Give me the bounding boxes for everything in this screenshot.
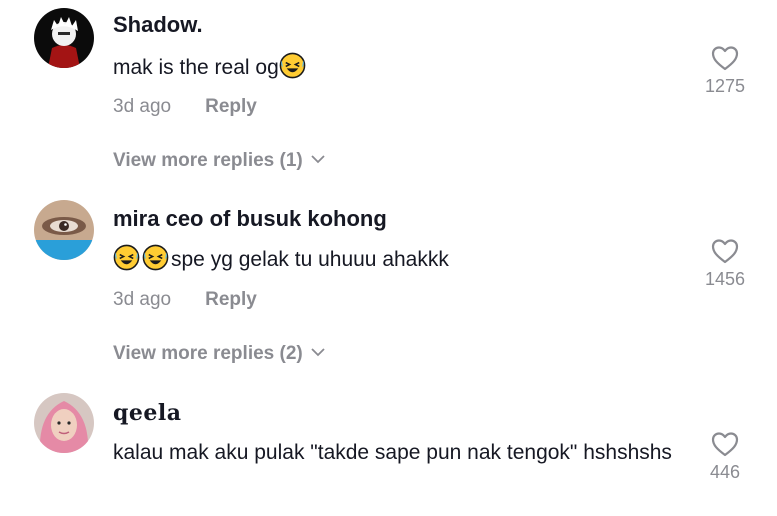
comment-username[interactable]: mira ceo of busuk kohong bbox=[113, 206, 387, 232]
comment-username[interactable]: 𝐪𝐞𝐞𝐥𝐚 bbox=[113, 400, 182, 426]
comment-text: spe yg gelak tu uhuuu ahakkk bbox=[113, 244, 673, 276]
comment-text: mak is the real og bbox=[113, 52, 673, 84]
comment-meta: 3d ago Reply bbox=[113, 96, 257, 118]
comment-text: kalau mak aku pulak "takde sape pun nak … bbox=[113, 436, 673, 470]
comment-timestamp: 3d ago bbox=[113, 289, 172, 310]
avatar-image bbox=[34, 8, 94, 68]
comment-text-body: mak is the real og bbox=[113, 56, 279, 79]
avatar-image bbox=[34, 393, 94, 453]
like-count: 446 bbox=[709, 462, 741, 482]
heart-outline-icon bbox=[711, 46, 739, 71]
reply-button[interactable]: Reply bbox=[205, 289, 257, 310]
laughing-emoji-icon bbox=[113, 244, 140, 271]
avatar[interactable] bbox=[34, 8, 94, 68]
comment-timestamp: 3d ago bbox=[113, 96, 172, 117]
comment-meta: 3d ago Reply bbox=[113, 289, 257, 311]
chevron-down-icon bbox=[311, 155, 325, 164]
comment-text-body: spe yg gelak tu uhuuu ahakkk bbox=[171, 248, 449, 271]
reply-button[interactable]: Reply bbox=[205, 96, 257, 117]
like-count: 1275 bbox=[704, 76, 746, 96]
chevron-down-icon bbox=[311, 348, 325, 357]
view-more-label: View more replies (2) bbox=[113, 343, 303, 364]
like-button[interactable]: 446 bbox=[700, 430, 750, 483]
view-more-label: View more replies (1) bbox=[113, 150, 303, 171]
avatar[interactable] bbox=[34, 393, 94, 453]
heart-outline-icon bbox=[711, 432, 739, 457]
heart-outline-icon bbox=[711, 239, 739, 264]
laughing-emoji-icon bbox=[142, 244, 169, 271]
comment-username[interactable]: Shadow. bbox=[113, 12, 203, 38]
laughing-emoji-icon bbox=[279, 52, 306, 79]
avatar-image bbox=[34, 200, 94, 260]
view-more-replies[interactable]: View more replies (2) bbox=[113, 343, 325, 365]
like-button[interactable]: 1456 bbox=[700, 237, 750, 290]
view-more-replies[interactable]: View more replies (1) bbox=[113, 150, 325, 172]
like-button[interactable]: 1275 bbox=[700, 44, 750, 97]
like-count: 1456 bbox=[704, 269, 746, 289]
comment-text-body: kalau mak aku pulak "takde sape pun nak … bbox=[113, 441, 672, 464]
avatar[interactable] bbox=[34, 200, 94, 260]
